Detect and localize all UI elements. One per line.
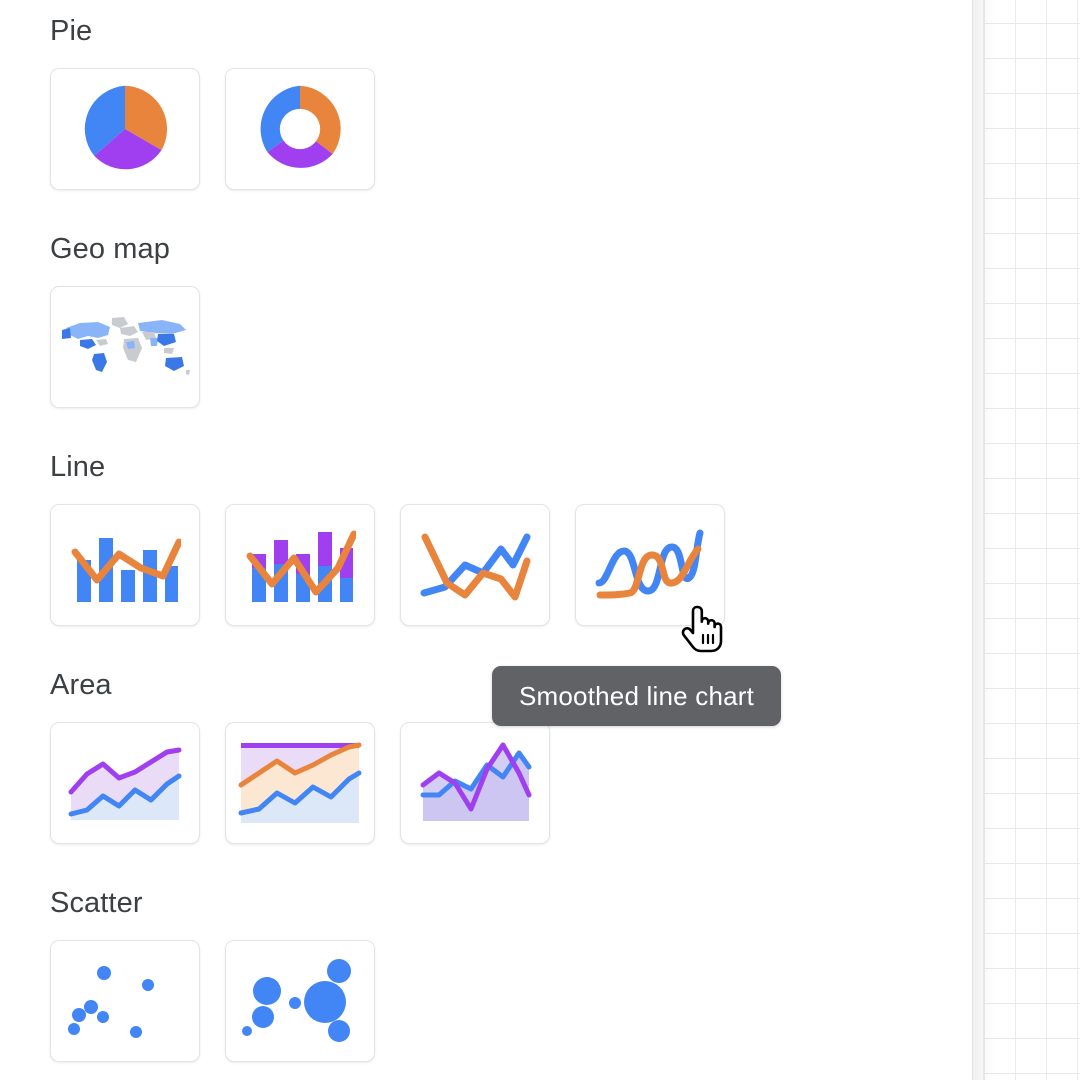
geo-map-icon: [58, 308, 192, 386]
tooltip: Smoothed line chart: [492, 666, 782, 726]
thumbnail-row-scatter: [50, 940, 375, 1062]
smoothed-line-chart-icon: [594, 525, 706, 605]
doughnut-chart-icon: [252, 81, 348, 177]
chart-option-stacked-combo-chart[interactable]: [225, 504, 375, 626]
section-pie: Pie: [50, 14, 375, 190]
chart-gallery: Pie Geo map Line Area Scatter: [0, 0, 972, 1080]
thumbnail-row-line: [50, 504, 725, 626]
combo-chart-icon: [69, 524, 181, 606]
chart-option-overlapping-area-chart[interactable]: [400, 722, 550, 844]
tooltip-label: Smoothed line chart: [519, 680, 755, 711]
stacked-area-chart-icon: [67, 740, 183, 826]
thumbnail-row-pie: [50, 68, 375, 190]
section-title-scatter: Scatter: [50, 887, 143, 919]
section-title-line: Line: [50, 451, 106, 483]
thumbnail-row-geo-map: [50, 286, 200, 408]
section-title-area: Area: [50, 669, 112, 701]
chart-option-doughnut-chart[interactable]: [225, 68, 375, 190]
pointing-hand-cursor-icon: [681, 603, 729, 664]
section-title-pie: Pie: [50, 15, 93, 47]
section-scatter: Scatter: [50, 886, 375, 1062]
line-chart-icon: [419, 525, 531, 605]
overlapping-area-chart-icon: [417, 739, 533, 827]
stacked-combo-chart-icon: [244, 524, 356, 606]
pie-chart-icon: [77, 81, 173, 177]
chart-option-stacked-area-chart[interactable]: [50, 722, 200, 844]
chart-option-geo-chart[interactable]: [50, 286, 200, 408]
panel-edge-shadow: [973, 0, 995, 1080]
chart-option-line-chart[interactable]: [400, 504, 550, 626]
chart-option-hundred-percent-stacked-area-chart[interactable]: [225, 722, 375, 844]
section-line: Line: [50, 450, 725, 626]
chart-option-bubble-chart[interactable]: [225, 940, 375, 1062]
full-stacked-area-chart-icon: [237, 737, 363, 829]
section-geo-map: Geo map: [50, 232, 200, 408]
chart-option-scatter-chart[interactable]: [50, 940, 200, 1062]
section-area: Area: [50, 668, 550, 844]
spreadsheet-grid-panel: [972, 0, 1080, 1080]
chart-option-pie-chart[interactable]: [50, 68, 200, 190]
chart-type-picker-panel: Pie Geo map Line Area Scatter Smoothed l…: [0, 0, 1080, 1080]
section-title-geo-map: Geo map: [50, 233, 170, 265]
chart-option-combo-chart[interactable]: [50, 504, 200, 626]
thumbnail-row-area: [50, 722, 550, 844]
bubble-chart-icon: [241, 959, 359, 1043]
scatter-chart-icon: [66, 959, 184, 1043]
